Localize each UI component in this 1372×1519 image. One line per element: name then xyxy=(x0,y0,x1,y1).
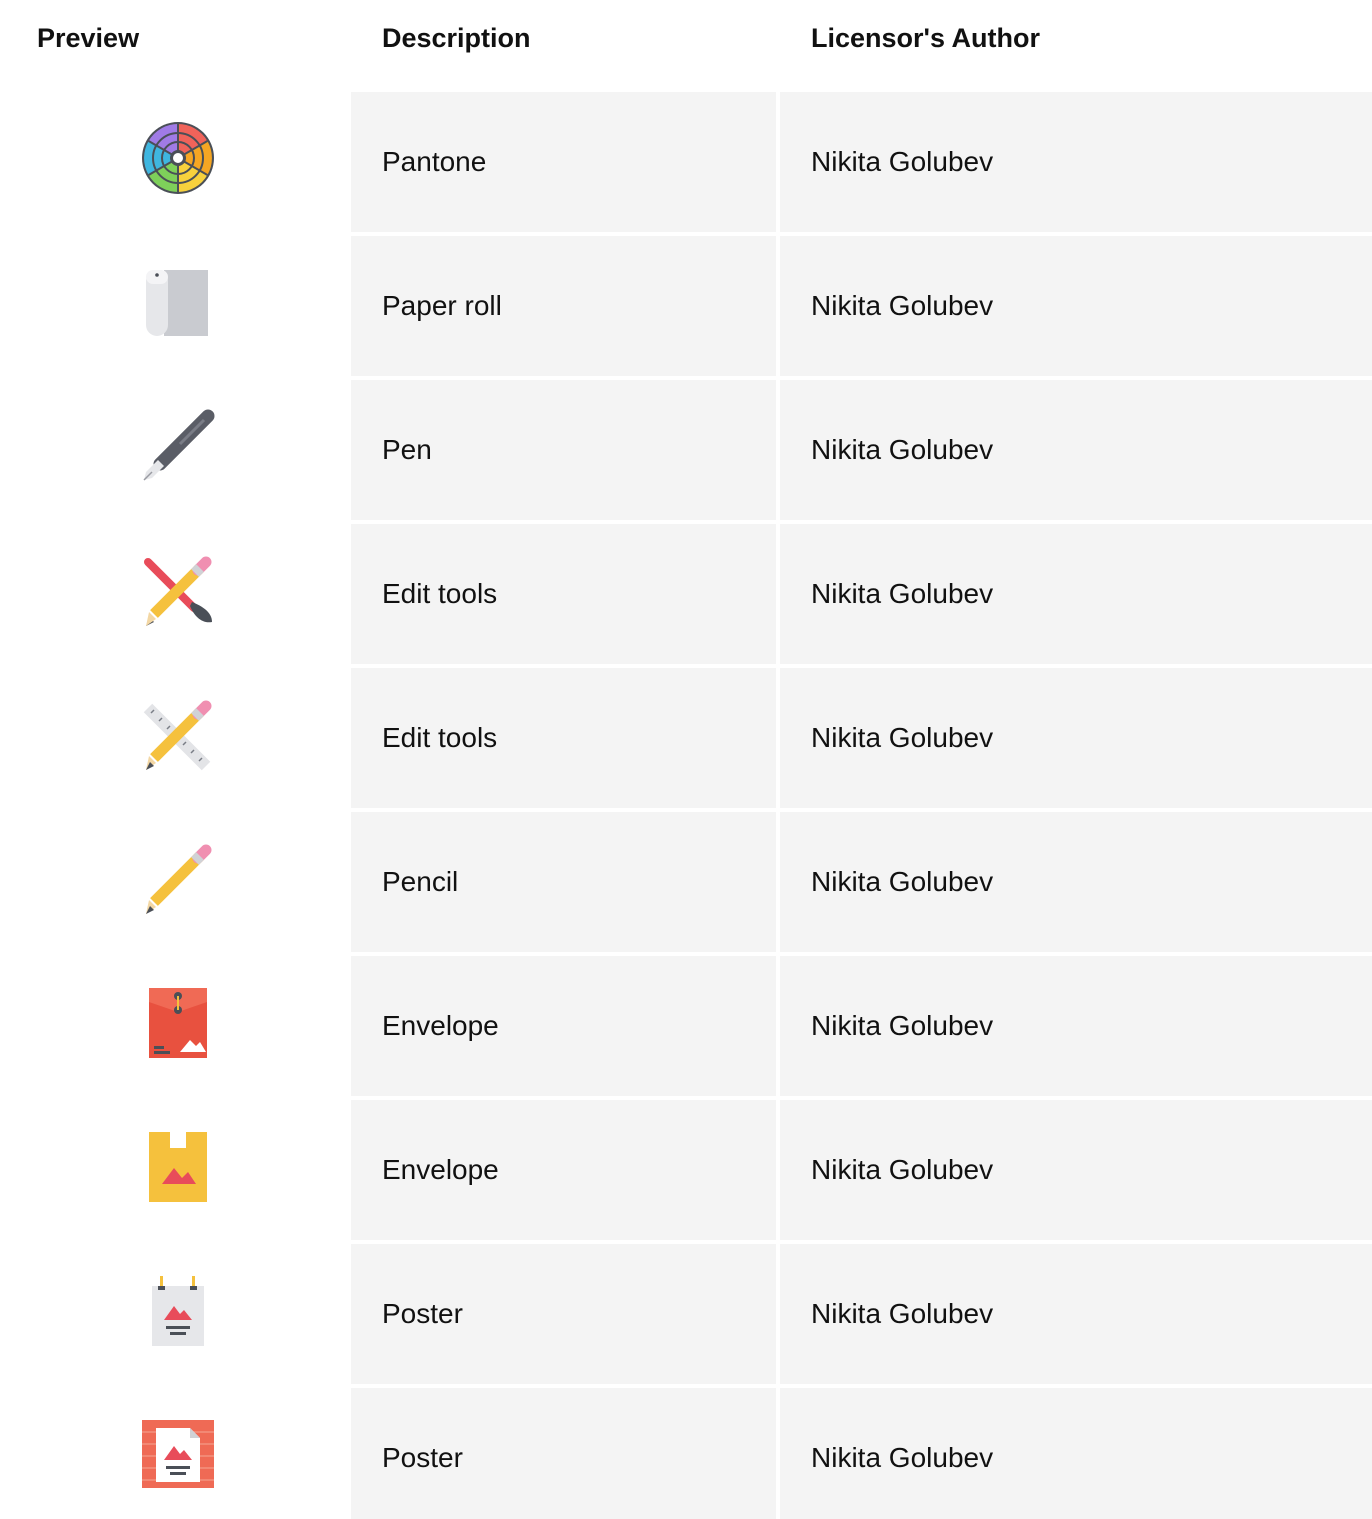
author-text: Nikita Golubev xyxy=(811,434,994,465)
preview-cell xyxy=(0,236,351,376)
description-cell: Pen xyxy=(351,380,776,520)
preview-cell xyxy=(0,380,351,520)
preview-cell xyxy=(0,668,351,808)
description-text: Poster xyxy=(382,1442,463,1473)
red-envelope-icon xyxy=(140,984,216,1060)
table-row: Envelope Nikita Golubev xyxy=(0,956,1372,1096)
description-text: Poster xyxy=(382,1298,463,1329)
table-row: Edit tools Nikita Golubev xyxy=(0,668,1372,808)
table-row: Paper roll Nikita Golubev xyxy=(0,236,1372,376)
table-row: Pencil Nikita Golubev xyxy=(0,812,1372,952)
author-cell: Nikita Golubev xyxy=(780,668,1372,808)
preview-cell xyxy=(0,1244,351,1384)
preview-cell xyxy=(0,812,351,952)
header-author: Licensor's Author xyxy=(811,23,1040,53)
table-header: Preview Description Licensor's Author xyxy=(0,0,1372,78)
description-text: Paper roll xyxy=(382,290,502,321)
author-text: Nikita Golubev xyxy=(811,1298,994,1329)
author-text: Nikita Golubev xyxy=(811,146,994,177)
description-cell: Pencil xyxy=(351,812,776,952)
preview-cell xyxy=(0,92,351,232)
yellow-envelope-icon xyxy=(140,1128,216,1204)
author-cell: Nikita Golubev xyxy=(780,236,1372,376)
description-text: Envelope xyxy=(382,1010,499,1041)
pencil-and-brush-icon xyxy=(140,552,216,628)
hanging-poster-icon xyxy=(140,1272,216,1348)
author-cell: Nikita Golubev xyxy=(780,812,1372,952)
author-text: Nikita Golubev xyxy=(811,722,994,753)
table-row: Edit tools Nikita Golubev xyxy=(0,524,1372,664)
author-cell: Nikita Golubev xyxy=(780,92,1372,232)
author-text: Nikita Golubev xyxy=(811,578,994,609)
description-cell: Poster xyxy=(351,1244,776,1384)
description-cell: Edit tools xyxy=(351,524,776,664)
preview-cell xyxy=(0,956,351,1096)
description-text: Pencil xyxy=(382,866,459,897)
description-cell: Edit tools xyxy=(351,668,776,808)
description-cell: Pantone xyxy=(351,92,776,232)
icon-license-table: Preview Description Licensor's Author Pa… xyxy=(0,0,1372,1519)
preview-cell xyxy=(0,524,351,664)
pantone-color-wheel-icon xyxy=(140,120,216,196)
author-cell: Nikita Golubev xyxy=(780,380,1372,520)
preview-cell xyxy=(0,1100,351,1240)
description-cell: Paper roll xyxy=(351,236,776,376)
paper-roll-icon xyxy=(140,264,216,340)
description-text: Edit tools xyxy=(382,578,498,609)
author-cell: Nikita Golubev xyxy=(780,1100,1372,1240)
author-cell: Nikita Golubev xyxy=(780,956,1372,1096)
author-text: Nikita Golubev xyxy=(811,1010,994,1041)
author-text: Nikita Golubev xyxy=(811,290,994,321)
author-cell: Nikita Golubev xyxy=(780,524,1372,664)
description-cell: Envelope xyxy=(351,1100,776,1240)
pencil-icon xyxy=(140,840,216,916)
description-text: Pen xyxy=(382,434,432,465)
author-text: Nikita Golubev xyxy=(811,1442,994,1473)
description-text: Pantone xyxy=(382,146,487,177)
header-preview: Preview xyxy=(37,23,140,53)
description-text: Edit tools xyxy=(382,722,498,753)
table-row: Pantone Nikita Golubev xyxy=(0,92,1372,232)
header-description: Description xyxy=(382,23,531,53)
table-body: Pantone Nikita Golubev Paper roll Nikita… xyxy=(0,92,1372,1519)
pencil-and-ruler-icon xyxy=(140,696,216,772)
preview-cell xyxy=(0,1388,351,1519)
table-row: Poster Nikita Golubev xyxy=(0,1244,1372,1384)
brick-wall-poster-icon xyxy=(140,1416,216,1492)
author-text: Nikita Golubev xyxy=(811,1154,994,1185)
author-cell: Nikita Golubev xyxy=(780,1388,1372,1519)
pen-icon xyxy=(140,408,216,484)
description-cell: Envelope xyxy=(351,956,776,1096)
description-cell: Poster xyxy=(351,1388,776,1519)
author-text: Nikita Golubev xyxy=(811,866,994,897)
author-cell: Nikita Golubev xyxy=(780,1244,1372,1384)
table-row: Pen Nikita Golubev xyxy=(0,380,1372,520)
table-row: Poster Nikita Golubev xyxy=(0,1388,1372,1519)
description-text: Envelope xyxy=(382,1154,499,1185)
table-row: Envelope Nikita Golubev xyxy=(0,1100,1372,1240)
